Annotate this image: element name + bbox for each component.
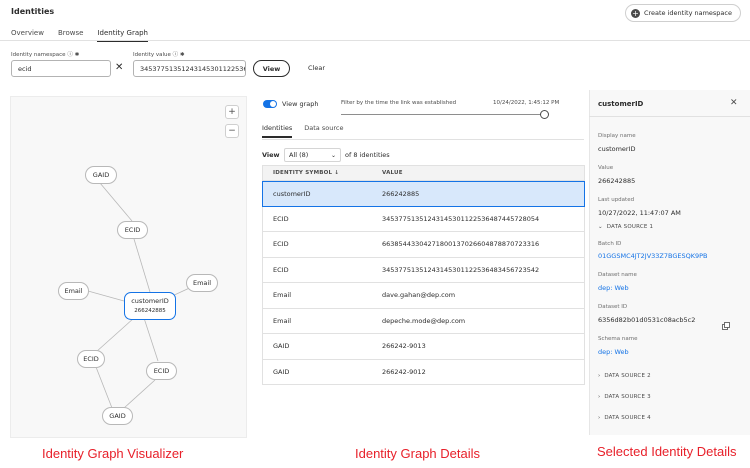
table-row[interactable]: GAID 266242-9012 xyxy=(262,359,585,385)
data-source-3-header[interactable]: › DATA SOURCE 3 xyxy=(598,394,651,400)
graph-node[interactable]: ECID xyxy=(117,221,148,239)
close-icon[interactable]: ✕ xyxy=(730,98,738,108)
dataset-name-label: Dataset name xyxy=(598,272,637,278)
dataset-id-label: Dataset ID xyxy=(598,304,628,310)
copy-icon[interactable] xyxy=(722,315,730,330)
tab-identities[interactable]: Identities xyxy=(262,124,293,138)
caption-right: Selected Identity Details xyxy=(597,444,737,459)
table-row[interactable]: ECID 345377513512431453011225364874457280… xyxy=(262,206,585,232)
view-select[interactable]: All (8) ⌄ xyxy=(284,148,341,162)
time-slider-handle[interactable] xyxy=(540,110,549,119)
filter-date: 10/24/2022, 1:45:12 PM xyxy=(493,100,560,106)
table-row[interactable]: Email dave.gahan@dep.com xyxy=(262,283,585,309)
graph-node[interactable]: GAID xyxy=(102,407,133,425)
table-row[interactable]: ECID 663854433042718001370266048788707233… xyxy=(262,232,585,258)
view-graph-toggle[interactable] xyxy=(263,100,277,108)
batch-id-label: Batch ID xyxy=(598,241,622,247)
graph-node[interactable]: Email xyxy=(58,282,89,300)
panel-divider xyxy=(589,116,750,117)
chevron-down-icon: ⌄ xyxy=(330,151,336,159)
value-value: 266242885 xyxy=(598,177,636,185)
subtabs-divider xyxy=(262,139,584,140)
last-updated-value: 10/27/2022, 11:47:07 AM xyxy=(598,209,681,217)
dataset-name-link[interactable]: dep: Web xyxy=(598,284,629,292)
table-row[interactable]: Email depeche.mode@dep.com xyxy=(262,308,585,334)
table-row[interactable]: ECID 345377513512431453011225364834567235… xyxy=(262,257,585,283)
data-source-1-header[interactable]: ⌄ DATA SOURCE 1 xyxy=(598,224,653,230)
caption-middle: Identity Graph Details xyxy=(355,446,481,461)
view-graph-label: View graph xyxy=(282,100,319,108)
dataset-id-value: 6356d82b01d0531c08acb5c2 xyxy=(598,316,696,324)
value-label: Value xyxy=(598,165,614,171)
view-filter-label: View xyxy=(262,151,280,159)
chevron-right-icon: › xyxy=(598,415,601,421)
last-updated-label: Last updated xyxy=(598,197,635,203)
schema-name-link[interactable]: dep: Web xyxy=(598,348,629,356)
column-header-value: VALUE xyxy=(382,170,403,176)
data-source-4-header[interactable]: › DATA SOURCE 4 xyxy=(598,415,651,421)
graph-node[interactable]: ECID xyxy=(77,350,105,368)
details-tabs: Identities Data source xyxy=(262,124,343,138)
data-source-2-header[interactable]: › DATA SOURCE 2 xyxy=(598,373,651,379)
sort-arrow-icon: ↓ xyxy=(334,170,340,176)
filter-text: Filter by the time the link was establis… xyxy=(341,100,457,106)
identities-table: IDENTITY SYMBOL ↓ VALUE customerID 266242… xyxy=(262,165,585,385)
center-node-value: 266242885 xyxy=(134,308,166,314)
table-row[interactable]: customerID 266242885 xyxy=(262,181,585,207)
selected-identity-panel xyxy=(589,90,750,435)
time-slider-track[interactable] xyxy=(341,114,542,115)
chevron-right-icon: › xyxy=(598,394,601,400)
table-header: IDENTITY SYMBOL ↓ VALUE xyxy=(262,165,585,181)
schema-name-label: Schema name xyxy=(598,336,638,342)
table-row[interactable]: GAID 266242-9013 xyxy=(262,334,585,360)
column-header-symbol[interactable]: IDENTITY SYMBOL ↓ xyxy=(263,170,372,176)
caption-left: Identity Graph Visualizer xyxy=(42,446,184,461)
selected-title: customerID xyxy=(598,100,644,108)
center-node-label: customerID xyxy=(131,297,169,305)
tab-data-source[interactable]: Data source xyxy=(304,124,343,138)
batch-id-link[interactable]: 01GGSMC4JT2JV33Z7BGESQK9PB xyxy=(598,252,708,260)
graph-node[interactable]: GAID xyxy=(85,166,117,184)
graph-node[interactable]: Email xyxy=(186,274,218,292)
display-name-label: Display name xyxy=(598,133,636,139)
graph-node[interactable]: ECID xyxy=(146,362,177,380)
display-name-value: customerID xyxy=(598,145,636,153)
chevron-down-icon: ⌄ xyxy=(598,224,603,230)
chevron-right-icon: › xyxy=(598,373,601,379)
identity-count: of 8 identities xyxy=(345,151,390,159)
graph-center-node[interactable]: customerID 266242885 xyxy=(124,292,176,320)
